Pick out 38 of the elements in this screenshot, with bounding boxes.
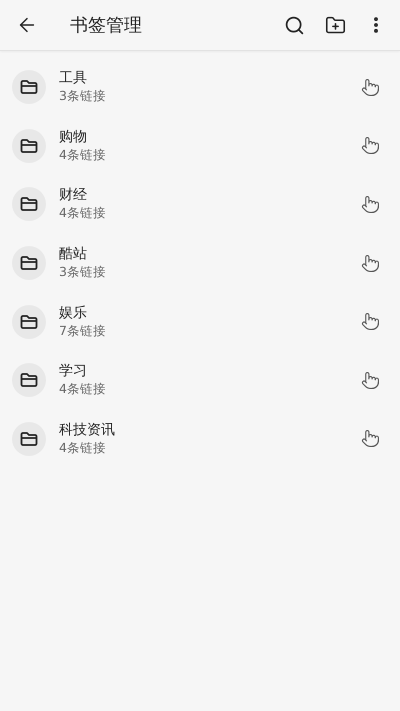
folder-name: 学习 (59, 362, 88, 380)
folder-avatar[interactable] (12, 246, 46, 280)
folder-avatar[interactable] (12, 363, 46, 398)
hand-pointer-icon[interactable] (361, 254, 380, 273)
link-count: 4条链接 (59, 146, 107, 164)
folder-avatar[interactable] (12, 304, 46, 339)
link-count: 3条链接 (59, 264, 107, 282)
folder-icon (20, 430, 38, 447)
folder-icon (20, 138, 38, 154)
search-icon[interactable] (284, 14, 305, 36)
folder-icon (20, 196, 38, 212)
link-count: 4条链接 (59, 440, 107, 457)
link-count: 4条链接 (59, 205, 107, 222)
hand-pointer-icon[interactable] (361, 78, 380, 97)
folder-icon (20, 255, 38, 272)
folder-avatar[interactable] (12, 70, 46, 104)
folder-name: 财经 (59, 186, 88, 204)
hand-pointer-icon[interactable] (361, 194, 380, 214)
hand-pointer-icon[interactable] (361, 429, 380, 448)
hand-pointer-icon[interactable] (361, 312, 380, 332)
add-folder-icon[interactable] (325, 14, 346, 36)
hand-pointer-icon[interactable] (361, 370, 380, 390)
folder-icon (20, 372, 38, 388)
link-count: 7条链接 (59, 322, 107, 340)
folder-name: 科技资讯 (59, 420, 116, 439)
folder-name: 购物 (59, 128, 88, 146)
folder-avatar[interactable] (12, 422, 46, 456)
folder-name: 工具 (59, 69, 88, 88)
folder-icon (20, 314, 38, 330)
folder-name: 酷站 (59, 245, 88, 264)
link-count: 4条链接 (59, 381, 107, 398)
folder-avatar[interactable] (12, 187, 46, 222)
folder-avatar[interactable] (12, 128, 46, 163)
hand-pointer-icon[interactable] (361, 136, 380, 156)
folder-name: 娱乐 (59, 304, 88, 322)
folder-icon (20, 79, 38, 96)
page-title: 书签管理 (70, 14, 143, 37)
link-count: 3条链接 (59, 88, 107, 106)
